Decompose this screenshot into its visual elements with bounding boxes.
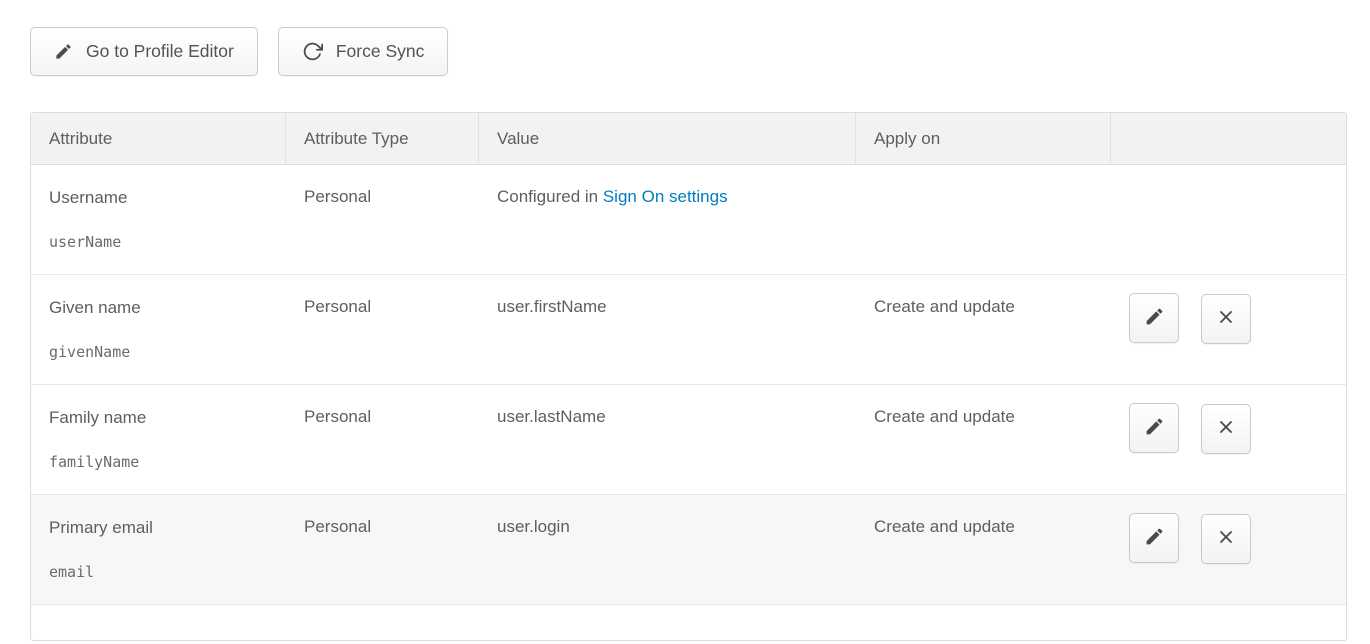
pencil-icon: [1144, 416, 1165, 440]
force-sync-label: Force Sync: [336, 41, 425, 62]
attribute-variable-name: givenName: [49, 343, 286, 361]
column-header-actions: [1111, 113, 1346, 165]
value-text: Configured in: [497, 187, 603, 206]
close-icon: [1216, 417, 1236, 440]
attribute-variable-name: userName: [49, 233, 286, 251]
actions-cell: [1111, 495, 1346, 605]
apply-on-cell: Create and update: [856, 495, 1111, 605]
attribute-type-cell: Personal: [286, 275, 479, 385]
attribute-mappings-section: Attribute Attribute Type Value Apply on …: [30, 112, 1345, 641]
table-row-given-name: Given name givenName Personal user.first…: [31, 275, 1346, 385]
column-header-value: Value: [479, 113, 856, 165]
sign-on-settings-link[interactable]: Sign On settings: [603, 187, 728, 206]
attribute-type-cell: Personal: [286, 385, 479, 495]
column-header-attribute: Attribute: [31, 113, 286, 165]
delete-attribute-button[interactable]: [1201, 294, 1251, 344]
attribute-label: Primary email: [49, 517, 286, 538]
table-row-partial: [31, 605, 1346, 640]
refresh-icon: [302, 41, 323, 62]
actions-cell: [1111, 275, 1346, 385]
close-icon: [1216, 307, 1236, 330]
delete-attribute-button[interactable]: [1201, 404, 1251, 454]
table-row-primary-email: Primary email email Personal user.login …: [31, 495, 1346, 605]
pencil-icon: [1144, 306, 1165, 330]
close-icon: [1216, 527, 1236, 550]
attribute-mappings-table: Attribute Attribute Type Value Apply on …: [30, 112, 1347, 641]
table-row-family-name: Family name familyName Personal user.las…: [31, 385, 1346, 495]
apply-on-cell: [856, 165, 1111, 275]
apply-on-cell: Create and update: [856, 275, 1111, 385]
actions-cell: [1111, 385, 1346, 495]
table-row-username: Username userName Personal Configured in…: [31, 165, 1346, 275]
attribute-label: Family name: [49, 407, 286, 428]
value-cell: user.lastName: [479, 385, 856, 495]
value-cell: user.login: [479, 495, 856, 605]
table-header-row: Attribute Attribute Type Value Apply on: [31, 113, 1346, 165]
go-to-profile-editor-label: Go to Profile Editor: [86, 41, 234, 62]
column-header-apply-on: Apply on: [856, 113, 1111, 165]
edit-attribute-button[interactable]: [1129, 403, 1179, 453]
edit-attribute-button[interactable]: [1129, 513, 1179, 563]
go-to-profile-editor-button[interactable]: Go to Profile Editor: [30, 27, 258, 76]
edit-attribute-button[interactable]: [1129, 293, 1179, 343]
column-header-attribute-type: Attribute Type: [286, 113, 479, 165]
attribute-label: Username: [49, 187, 286, 208]
attribute-variable-name: familyName: [49, 453, 286, 471]
actions-cell: [1111, 165, 1346, 275]
pencil-icon: [1144, 526, 1165, 550]
value-cell: user.firstName: [479, 275, 856, 385]
toolbar: Go to Profile Editor Force Sync: [30, 27, 1370, 76]
attribute-label: Given name: [49, 297, 286, 318]
pencil-icon: [54, 42, 73, 61]
delete-attribute-button[interactable]: [1201, 514, 1251, 564]
value-cell: Configured in Sign On settings: [479, 165, 856, 275]
attribute-type-cell: Personal: [286, 165, 479, 275]
apply-on-cell: Create and update: [856, 385, 1111, 495]
force-sync-button[interactable]: Force Sync: [278, 27, 449, 76]
attribute-variable-name: email: [49, 563, 286, 581]
attribute-type-cell: Personal: [286, 495, 479, 605]
